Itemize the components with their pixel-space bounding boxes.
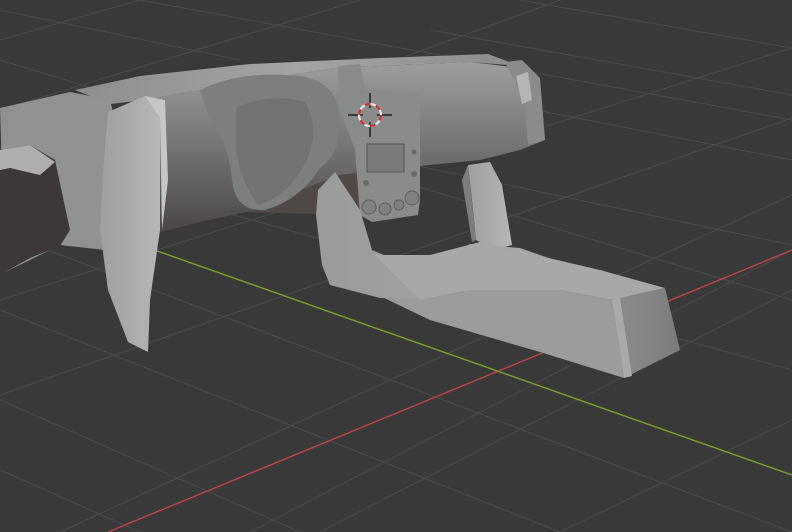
control-knob xyxy=(404,190,420,206)
infotainment-screen xyxy=(366,143,405,173)
center-console-side xyxy=(380,290,624,378)
small-button xyxy=(411,149,417,155)
small-button xyxy=(363,180,369,186)
control-knob xyxy=(378,202,392,216)
car-dashboard-model[interactable] xyxy=(0,54,680,378)
control-knob xyxy=(393,199,405,211)
control-knob xyxy=(361,199,377,215)
viewport-scene[interactable] xyxy=(0,0,792,532)
small-button xyxy=(411,171,417,177)
3d-viewport[interactable] xyxy=(0,0,792,532)
left-support-leg xyxy=(100,96,160,352)
